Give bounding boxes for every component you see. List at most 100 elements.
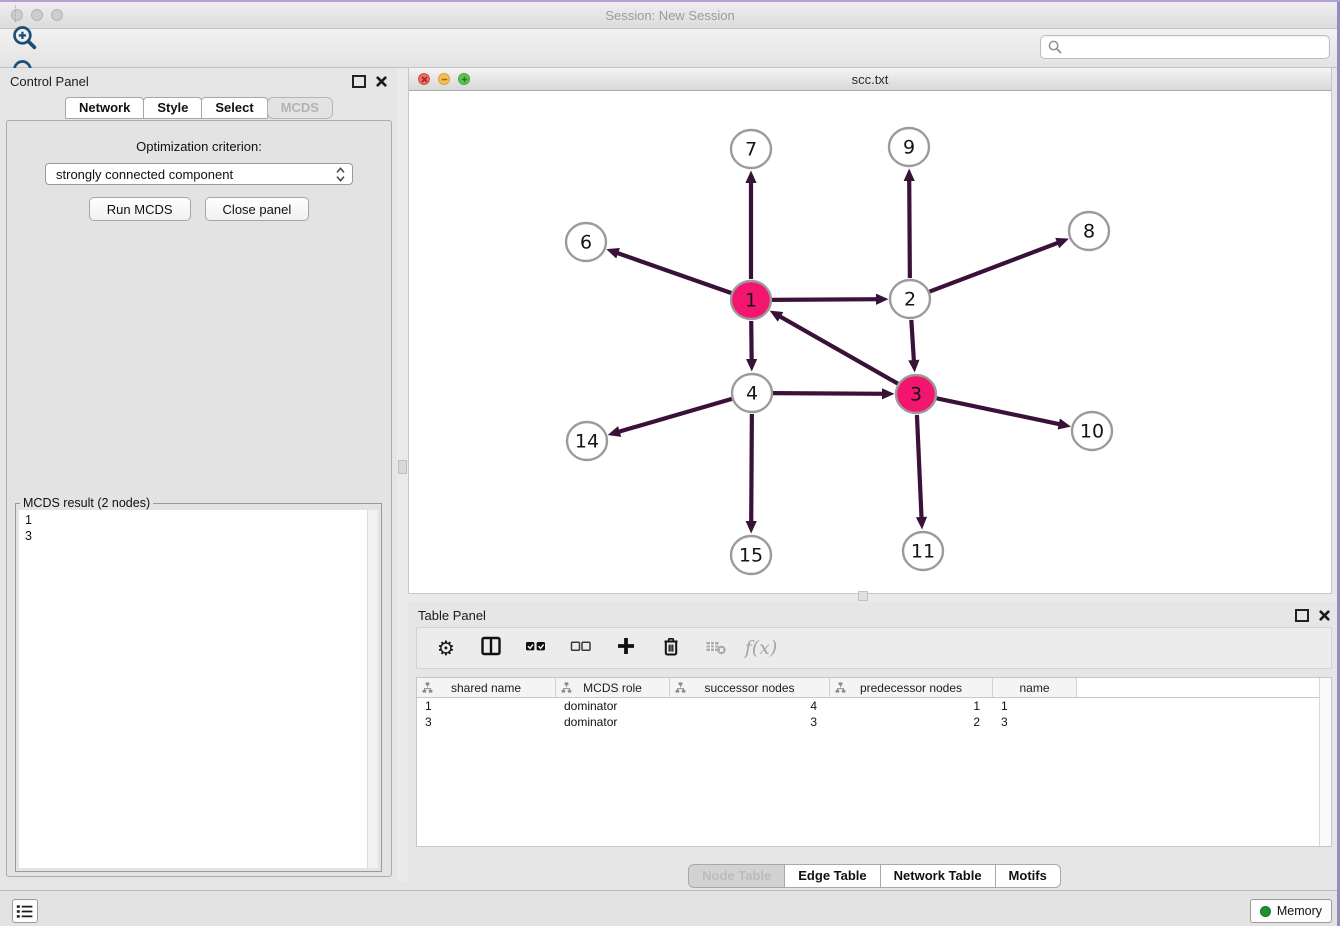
node-10[interactable]: 10 xyxy=(1072,412,1112,450)
mcds-result-box[interactable]: 13 xyxy=(19,510,378,868)
column-header-name[interactable]: name xyxy=(993,678,1077,697)
optimization-criterion-label: Optimization criterion: xyxy=(7,139,391,154)
splitter-handle[interactable] xyxy=(858,591,868,601)
delete-column-icon xyxy=(660,635,682,662)
svg-text:4: 4 xyxy=(746,383,758,405)
table-cell[interactable]: 3 xyxy=(417,714,556,730)
search-box[interactable] xyxy=(1040,35,1330,59)
column-label: predecessor nodes xyxy=(860,681,962,695)
table-scrollbar[interactable] xyxy=(1319,678,1331,846)
table-row[interactable]: 3dominator323 xyxy=(417,714,1331,730)
edge-1-6[interactable] xyxy=(606,248,731,293)
column-header-shared-name[interactable]: shared name xyxy=(417,678,556,697)
float-panel-icon[interactable] xyxy=(352,75,366,88)
export-image-icon xyxy=(11,0,38,4)
node-6[interactable]: 6 xyxy=(566,223,606,261)
table-cell[interactable]: 3 xyxy=(993,714,1077,730)
edge-4-15[interactable] xyxy=(746,414,757,534)
edge-1-7[interactable] xyxy=(745,171,756,280)
svg-text:3: 3 xyxy=(910,384,922,406)
column-header-mcds-role[interactable]: MCDS role xyxy=(556,678,670,697)
search-input[interactable] xyxy=(1067,37,1329,57)
node-14[interactable]: 14 xyxy=(567,422,607,460)
run-mcds-button[interactable]: Run MCDS xyxy=(89,197,191,221)
application-window: Session: New Session Control Panel Netwo… xyxy=(0,0,1340,926)
node-11[interactable]: 11 xyxy=(903,532,943,570)
svg-text:11: 11 xyxy=(911,541,935,563)
edge-3-10[interactable] xyxy=(937,398,1071,429)
edge-1-4[interactable] xyxy=(746,321,757,372)
tab-network[interactable]: Network xyxy=(65,97,144,119)
table-cell[interactable]: 1 xyxy=(993,698,1077,714)
node-8[interactable]: 8 xyxy=(1069,212,1109,250)
result-scrollbar[interactable] xyxy=(367,510,378,868)
close-panel-button[interactable]: Close panel xyxy=(205,197,310,221)
table-row[interactable]: 1dominator411 xyxy=(417,698,1331,714)
table-cell[interactable]: 1 xyxy=(417,698,556,714)
node-15[interactable]: 15 xyxy=(731,536,771,574)
tab-node-table[interactable]: Node Table xyxy=(688,864,785,888)
table-cell[interactable]: 4 xyxy=(670,698,830,714)
memory-status-icon xyxy=(1260,906,1271,917)
table-cell[interactable]: 3 xyxy=(670,714,830,730)
zoom-in-button[interactable] xyxy=(6,23,42,57)
select-all-button[interactable] xyxy=(524,636,548,660)
network-canvas[interactable]: 7 9 6 8 1 2 4 3 14 10 15 11 xyxy=(409,91,1331,593)
node-3[interactable]: 3 xyxy=(896,375,936,413)
export-image-button[interactable] xyxy=(6,0,42,5)
column-header-successor-nodes[interactable]: successor nodes xyxy=(670,678,830,697)
tab-motifs[interactable]: Motifs xyxy=(995,864,1061,888)
deselect-all-button[interactable] xyxy=(569,636,593,660)
function-builder-icon: f(x) xyxy=(745,639,778,658)
settings-button[interactable]: ⚙ xyxy=(434,636,458,660)
horizontal-splitter[interactable] xyxy=(408,594,1340,602)
node-2[interactable]: 2 xyxy=(890,280,930,318)
tab-mcds[interactable]: MCDS xyxy=(267,97,333,119)
add-column-button[interactable] xyxy=(614,636,638,660)
float-panel-icon[interactable] xyxy=(1295,609,1309,622)
node-9[interactable]: 9 xyxy=(889,128,929,166)
table-panel-title: Table Panel xyxy=(418,608,486,623)
close-panel-icon[interactable] xyxy=(376,76,387,87)
vertical-splitter[interactable] xyxy=(397,68,408,882)
node-1[interactable]: 1 xyxy=(731,281,771,319)
close-panel-icon[interactable] xyxy=(1319,610,1330,621)
criterion-select[interactable]: strongly connected component xyxy=(45,163,353,185)
tab-network-table[interactable]: Network Table xyxy=(880,864,996,888)
edge-4-14[interactable] xyxy=(608,399,732,437)
edge-2-8[interactable] xyxy=(930,238,1069,292)
svg-text:15: 15 xyxy=(739,545,763,567)
task-history-button[interactable] xyxy=(12,899,38,923)
edge-3-1[interactable] xyxy=(770,311,898,384)
tab-style[interactable]: Style xyxy=(143,97,202,119)
column-header-predecessor-nodes[interactable]: predecessor nodes xyxy=(830,678,993,697)
table-cell[interactable]: 2 xyxy=(830,714,993,730)
table-panel: Table Panel ⚙ f(x) shared nameMCDS role su… xyxy=(408,602,1340,890)
criterion-value: strongly connected component xyxy=(56,167,336,182)
table-cell[interactable]: dominator xyxy=(556,698,670,714)
table-cell[interactable]: dominator xyxy=(556,714,670,730)
edge-2-9[interactable] xyxy=(904,168,915,278)
svg-text:6: 6 xyxy=(580,232,592,254)
split-view-button[interactable] xyxy=(479,636,503,660)
tab-edge-table[interactable]: Edge Table xyxy=(784,864,880,888)
edge-1-2[interactable] xyxy=(772,294,889,305)
edge-3-11[interactable] xyxy=(916,415,927,530)
list-icon xyxy=(16,904,34,919)
edge-4-3[interactable] xyxy=(773,388,895,399)
splitter-handle[interactable] xyxy=(398,460,407,474)
column-label: successor nodes xyxy=(704,681,794,695)
tab-select[interactable]: Select xyxy=(201,97,267,119)
svg-text:14: 14 xyxy=(575,431,599,453)
node-4[interactable]: 4 xyxy=(732,374,772,412)
svg-text:2: 2 xyxy=(904,289,916,311)
function-builder-button[interactable]: f(x) xyxy=(749,636,773,660)
network-view-window: scc.txt 7968124314101511 xyxy=(408,68,1332,594)
delete-column-button[interactable] xyxy=(659,636,683,660)
table-cell[interactable]: 1 xyxy=(830,698,993,714)
node-7[interactable]: 7 xyxy=(731,130,771,168)
memory-button[interactable]: Memory xyxy=(1250,899,1332,923)
app-titlebar: Session: New Session xyxy=(0,2,1340,29)
edge-2-3[interactable] xyxy=(908,320,919,373)
delete-table-button[interactable] xyxy=(704,636,728,660)
